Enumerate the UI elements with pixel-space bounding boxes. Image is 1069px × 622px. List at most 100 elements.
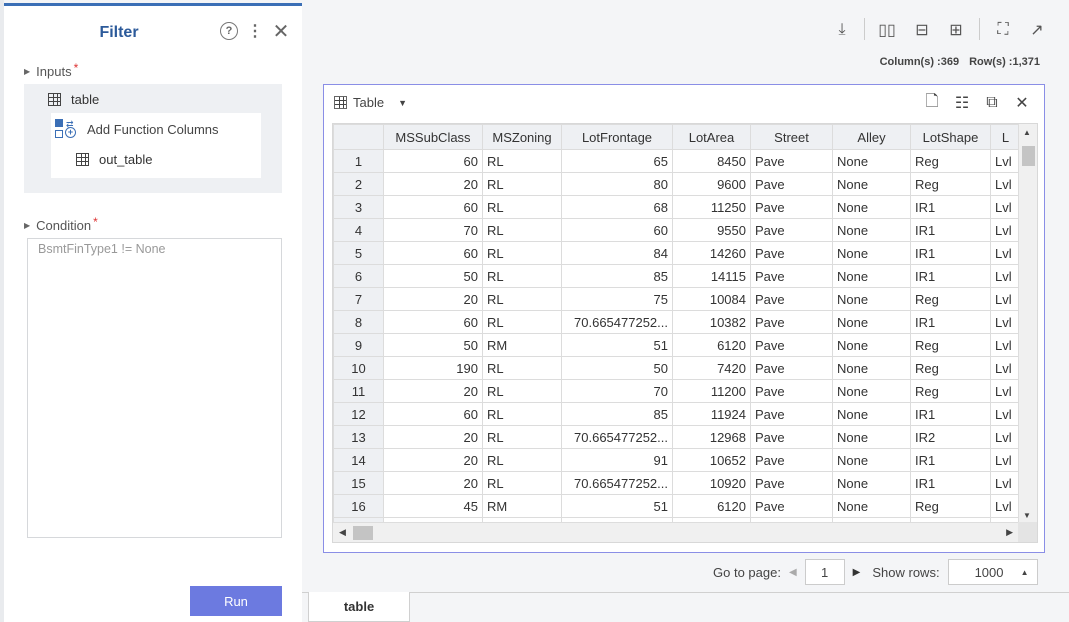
- table-cell[interactable]: 70: [383, 218, 483, 242]
- table-cell[interactable]: 9550: [672, 218, 751, 242]
- column-header[interactable]: LotFrontage: [561, 124, 673, 150]
- table-cell[interactable]: None: [832, 149, 911, 173]
- table-cell[interactable]: None: [832, 448, 911, 472]
- table-cell[interactable]: Reg: [910, 172, 991, 196]
- table-cell[interactable]: Pave: [750, 402, 833, 426]
- split-vertical-icon[interactable]: ▯▯: [877, 20, 897, 40]
- table-cell[interactable]: RL: [482, 218, 562, 242]
- table-row[interactable]: 12 60 RL 85 11924 Pave None IR1 Lvl: [333, 402, 1021, 426]
- table-cell[interactable]: IR1: [910, 241, 991, 265]
- table-row[interactable]: 6 50 RL 85 14115 Pave None IR1 Lvl: [333, 264, 1021, 288]
- table-cell[interactable]: 20: [383, 172, 483, 196]
- table-row[interactable]: 16 45 RM 51 6120 Pave None Reg Lvl: [333, 494, 1021, 518]
- table-cell[interactable]: Lvl: [990, 379, 1021, 403]
- table-cell[interactable]: 50: [383, 264, 483, 288]
- table-row[interactable]: 7 20 RL 75 10084 Pave None Reg Lvl: [333, 287, 1021, 311]
- table-cell[interactable]: Lvl: [990, 310, 1021, 334]
- table-cell[interactable]: RM: [482, 333, 562, 357]
- table-cell[interactable]: Pave: [750, 241, 833, 265]
- table-cell[interactable]: 85: [561, 402, 673, 426]
- table-cell[interactable]: 68: [561, 195, 673, 219]
- table-cell[interactable]: 9600: [672, 172, 751, 196]
- table-cell[interactable]: 10382: [672, 310, 751, 334]
- table-cell[interactable]: Lvl: [990, 241, 1021, 265]
- table-cell[interactable]: 60: [561, 218, 673, 242]
- table-cell[interactable]: RL: [482, 379, 562, 403]
- table-cell[interactable]: Pave: [750, 333, 833, 357]
- table-cell[interactable]: IR1: [910, 218, 991, 242]
- table-cell[interactable]: IR1: [910, 448, 991, 472]
- table-row[interactable]: 1 60 RL 65 8450 Pave None Reg Lvl: [333, 149, 1021, 173]
- table-cell[interactable]: 60: [383, 310, 483, 334]
- table-cell[interactable]: Pave: [750, 287, 833, 311]
- table-cell[interactable]: 70.665477252...: [561, 425, 673, 449]
- table-cell[interactable]: 8450: [672, 149, 751, 173]
- table-row[interactable]: 13 20 RL 70.665477252... 12968 Pave None IR2 Lvl: [333, 425, 1021, 449]
- help-icon[interactable]: ?: [218, 20, 240, 42]
- column-header[interactable]: LotArea: [672, 124, 751, 150]
- table-cell[interactable]: Reg: [910, 379, 991, 403]
- column-settings-icon[interactable]: ☷: [952, 93, 972, 113]
- table-row[interactable]: 2 20 RL 80 9600 Pave None Reg Lvl: [333, 172, 1021, 196]
- data-grid[interactable]: MSSubClass MSZoning LotFrontage LotArea Stre…: [332, 123, 1038, 543]
- table-row[interactable]: 8 60 RL 70.665477252... 10382 Pave None IR1 Lvl: [333, 310, 1021, 334]
- table-cell[interactable]: RL: [482, 471, 562, 495]
- close-icon[interactable]: ✕: [1012, 93, 1032, 113]
- vertical-scrollbar[interactable]: ▲ ▼: [1018, 124, 1037, 524]
- table-cell[interactable]: Reg: [910, 333, 991, 357]
- run-button[interactable]: Run: [190, 586, 282, 616]
- table-cell[interactable]: 51: [561, 333, 673, 357]
- table-cell[interactable]: None: [832, 425, 911, 449]
- table-cell[interactable]: Pave: [750, 356, 833, 380]
- close-icon[interactable]: ✕: [270, 20, 292, 43]
- column-header[interactable]: LotShape: [910, 124, 991, 150]
- table-cell[interactable]: Pave: [750, 264, 833, 288]
- table-cell[interactable]: 60: [383, 149, 483, 173]
- column-header[interactable]: MSZoning: [482, 124, 562, 150]
- table-cell[interactable]: RL: [482, 195, 562, 219]
- table-cell[interactable]: Pave: [750, 218, 833, 242]
- table-cell[interactable]: IR1: [910, 471, 991, 495]
- table-cell[interactable]: 6120: [672, 333, 751, 357]
- table-cell[interactable]: None: [832, 333, 911, 357]
- table-cell[interactable]: Pave: [750, 310, 833, 334]
- table-cell[interactable]: 14115: [672, 264, 751, 288]
- table-cell[interactable]: 85: [561, 264, 673, 288]
- next-page-icon[interactable]: ▶: [853, 567, 861, 578]
- table-row[interactable]: 4 70 RL 60 9550 Pave None IR1 Lvl: [333, 218, 1021, 242]
- table-cell[interactable]: Pave: [750, 379, 833, 403]
- table-cell[interactable]: Pave: [750, 471, 833, 495]
- table-cell[interactable]: Lvl: [990, 471, 1021, 495]
- table-cell[interactable]: 70: [561, 379, 673, 403]
- table-cell[interactable]: Lvl: [990, 356, 1021, 380]
- table-cell[interactable]: IR1: [910, 195, 991, 219]
- fullscreen-icon[interactable]: ⛶: [993, 20, 1013, 40]
- copy-icon[interactable]: ⧉: [982, 93, 1002, 113]
- table-cell[interactable]: RL: [482, 310, 562, 334]
- table-cell[interactable]: 11924: [672, 402, 751, 426]
- table-cell[interactable]: Lvl: [990, 333, 1021, 357]
- new-document-icon[interactable]: 🗋: [922, 93, 942, 113]
- input-table-item[interactable]: table: [48, 92, 99, 107]
- table-cell[interactable]: 10920: [672, 471, 751, 495]
- table-cell[interactable]: 20: [383, 287, 483, 311]
- prev-page-icon[interactable]: ◀: [789, 567, 797, 578]
- open-external-icon[interactable]: ↗: [1027, 20, 1047, 40]
- table-cell[interactable]: 60: [383, 402, 483, 426]
- table-cell[interactable]: 11200: [672, 379, 751, 403]
- table-cell[interactable]: Pave: [750, 448, 833, 472]
- table-cell[interactable]: IR1: [910, 402, 991, 426]
- horizontal-scrollbar[interactable]: ◀ ▶: [333, 522, 1037, 542]
- table-cell[interactable]: None: [832, 195, 911, 219]
- table-cell[interactable]: None: [832, 494, 911, 518]
- table-cell[interactable]: Lvl: [990, 494, 1021, 518]
- table-cell[interactable]: Lvl: [990, 264, 1021, 288]
- grid-layout-icon[interactable]: ⊞: [946, 20, 966, 40]
- table-cell[interactable]: None: [832, 402, 911, 426]
- table-cell[interactable]: Lvl: [990, 195, 1021, 219]
- column-header[interactable]: Alley: [832, 124, 911, 150]
- table-cell[interactable]: Pave: [750, 494, 833, 518]
- scroll-thumb[interactable]: [353, 526, 373, 540]
- table-view-selector[interactable]: Table ▼: [334, 95, 407, 110]
- table-cell[interactable]: IR1: [910, 310, 991, 334]
